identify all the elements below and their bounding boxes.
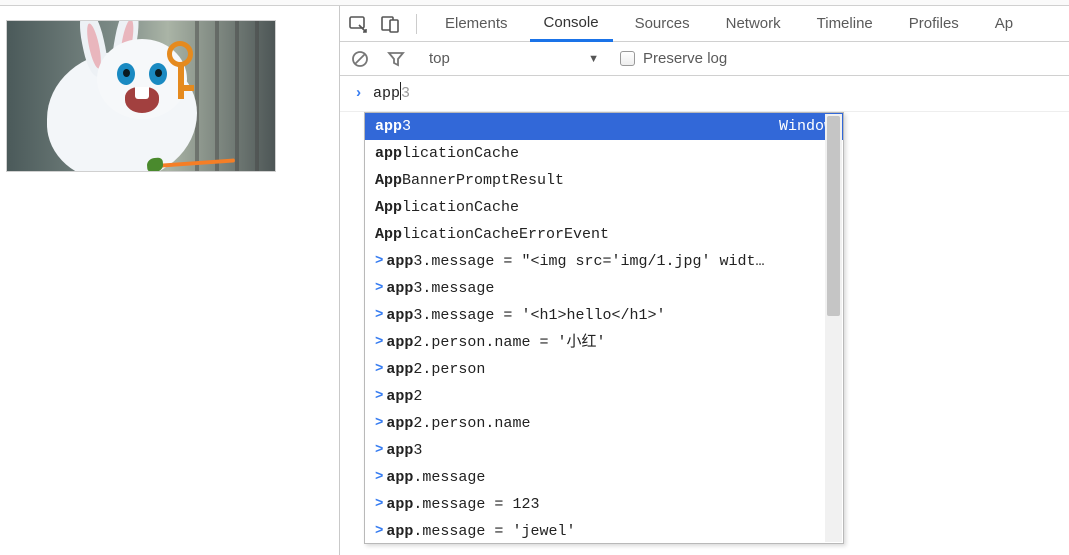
autocomplete-rest: 2.person.name = '小红' bbox=[413, 334, 605, 351]
autocomplete-match: app bbox=[375, 118, 402, 135]
autocomplete-match: app bbox=[386, 523, 413, 540]
autocomplete-match: app bbox=[386, 253, 413, 270]
autocomplete-match: App bbox=[375, 172, 402, 189]
history-chevron-icon: > bbox=[375, 356, 383, 383]
preserve-log-label: Preserve log bbox=[643, 50, 727, 67]
autocomplete-match: app bbox=[386, 442, 413, 459]
history-chevron-icon: > bbox=[375, 248, 383, 275]
preserve-log-toggle[interactable]: Preserve log bbox=[620, 50, 727, 67]
tab-sources[interactable]: Sources bbox=[621, 6, 704, 42]
autocomplete-item[interactable]: AppBannerPromptResult bbox=[365, 167, 843, 194]
tab-console[interactable]: Console bbox=[530, 6, 613, 42]
prompt-chevron-icon: › bbox=[354, 80, 363, 107]
autocomplete-rest: BannerPromptResult bbox=[402, 172, 564, 189]
typed-text: app bbox=[373, 85, 400, 102]
autocomplete-history-item[interactable]: >app.message bbox=[365, 464, 843, 491]
tab-timeline[interactable]: Timeline bbox=[803, 6, 887, 42]
autocomplete-rest: 3.message = '<h1>hello</h1>' bbox=[413, 307, 665, 324]
autocomplete-rest: 3.message bbox=[413, 280, 494, 297]
history-chevron-icon: > bbox=[375, 491, 383, 518]
autocomplete-match: app bbox=[386, 388, 413, 405]
autocomplete-rest: .message = 123 bbox=[413, 496, 539, 513]
devtools-tabstrip: Elements Console Sources Network Timelin… bbox=[340, 6, 1069, 42]
autocomplete-match: app bbox=[386, 280, 413, 297]
history-chevron-icon: > bbox=[375, 410, 383, 437]
history-chevron-icon: > bbox=[375, 518, 383, 543]
autocomplete-item[interactable]: ApplicationCacheErrorEvent bbox=[365, 221, 843, 248]
tab-elements[interactable]: Elements bbox=[431, 6, 522, 42]
history-chevron-icon: > bbox=[375, 275, 383, 302]
autocomplete-rest: licationCacheErrorEvent bbox=[402, 226, 609, 243]
autocomplete-rest: 2 bbox=[413, 388, 422, 405]
autocomplete-history-item[interactable]: >app2 bbox=[365, 383, 843, 410]
autocomplete-rest: 2.person.name bbox=[413, 415, 530, 432]
page-content-pane bbox=[0, 6, 340, 555]
autocomplete-history-item[interactable]: >app3.message = '<h1>hello</h1>' bbox=[365, 302, 843, 329]
separator bbox=[416, 14, 417, 34]
autocomplete-history-item[interactable]: >app2.person.name bbox=[365, 410, 843, 437]
autocomplete-rest: 3 bbox=[413, 442, 422, 459]
ghost-completion: 3 bbox=[401, 85, 410, 102]
autocomplete-match: app bbox=[386, 496, 413, 513]
autocomplete-item[interactable]: app3Window bbox=[365, 113, 843, 140]
autocomplete-history-item[interactable]: >app2.person bbox=[365, 356, 843, 383]
autocomplete-scrollbar[interactable] bbox=[825, 114, 842, 542]
history-chevron-icon: > bbox=[375, 302, 383, 329]
autocomplete-rest: 3 bbox=[402, 118, 411, 135]
tab-application-truncated[interactable]: Ap bbox=[981, 6, 1027, 42]
preserve-log-checkbox[interactable] bbox=[620, 51, 635, 66]
execution-context-value: top bbox=[429, 50, 450, 67]
console-body: › app3 app3WindowapplicationCacheAppBann… bbox=[340, 76, 1069, 555]
autocomplete-match: app bbox=[386, 415, 413, 432]
scrollbar-thumb[interactable] bbox=[827, 116, 840, 316]
autocomplete-item[interactable]: ApplicationCache bbox=[365, 194, 843, 221]
tab-profiles[interactable]: Profiles bbox=[895, 6, 973, 42]
autocomplete-match: app bbox=[386, 469, 413, 486]
autocomplete-rest: licationCache bbox=[402, 199, 519, 216]
autocomplete-rest: .message bbox=[413, 469, 485, 486]
console-prompt[interactable]: › app3 bbox=[340, 76, 1069, 112]
device-toggle-icon[interactable] bbox=[378, 12, 402, 36]
autocomplete-history-item[interactable]: >app3 bbox=[365, 437, 843, 464]
history-chevron-icon: > bbox=[375, 329, 383, 356]
autocomplete-rest: 3.message = "<img src='img/1.jpg' widt… bbox=[413, 253, 764, 270]
devtools-panel: Elements Console Sources Network Timelin… bbox=[340, 6, 1069, 555]
history-chevron-icon: > bbox=[375, 437, 383, 464]
autocomplete-item[interactable]: applicationCache bbox=[365, 140, 843, 167]
tab-network[interactable]: Network bbox=[712, 6, 795, 42]
autocomplete-rest: licationCache bbox=[402, 145, 519, 162]
inspect-icon[interactable] bbox=[346, 12, 370, 36]
execution-context-select[interactable]: top ▼ bbox=[420, 47, 608, 70]
autocomplete-history-item[interactable]: >app3.message bbox=[365, 275, 843, 302]
filter-icon[interactable] bbox=[384, 47, 408, 71]
autocomplete-rest: .message = 'jewel' bbox=[413, 523, 575, 540]
autocomplete-match: app bbox=[386, 307, 413, 324]
autocomplete-match: App bbox=[375, 226, 402, 243]
page-image bbox=[6, 20, 276, 172]
autocomplete-history-item[interactable]: >app.message = 123 bbox=[365, 491, 843, 518]
autocomplete-history-item[interactable]: >app.message = 'jewel' bbox=[365, 518, 843, 543]
autocomplete-history-item[interactable]: >app2.person.name = '小红' bbox=[365, 329, 843, 356]
console-toolbar: top ▼ Preserve log bbox=[340, 42, 1069, 76]
history-chevron-icon: > bbox=[375, 383, 383, 410]
autocomplete-rest: 2.person bbox=[413, 361, 485, 378]
chevron-down-icon: ▼ bbox=[588, 53, 599, 65]
console-input[interactable]: app3 bbox=[373, 80, 410, 107]
autocomplete-popup: app3WindowapplicationCacheAppBannerPromp… bbox=[364, 112, 844, 544]
autocomplete-match: app bbox=[375, 145, 402, 162]
autocomplete-match: app bbox=[386, 361, 413, 378]
autocomplete-history-item[interactable]: >app3.message = "<img src='img/1.jpg' wi… bbox=[365, 248, 843, 275]
autocomplete-match: app bbox=[386, 334, 413, 351]
clear-console-icon[interactable] bbox=[348, 47, 372, 71]
history-chevron-icon: > bbox=[375, 464, 383, 491]
autocomplete-match: App bbox=[375, 199, 402, 216]
